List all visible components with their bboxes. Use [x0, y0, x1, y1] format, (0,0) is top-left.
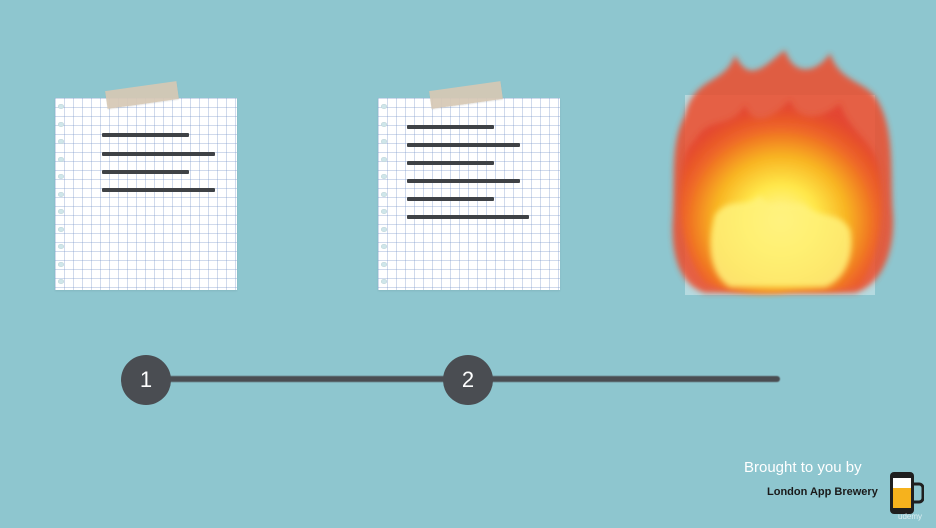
- step-2-marker: 2: [443, 355, 493, 405]
- text-line: [407, 197, 494, 201]
- text-line: [407, 143, 520, 147]
- step-1-marker: 1: [121, 355, 171, 405]
- text-line: [407, 215, 529, 219]
- text-line: [102, 152, 215, 156]
- text-line: [102, 170, 189, 174]
- document-1: [55, 98, 237, 290]
- text-line: [407, 125, 494, 129]
- text-line: [407, 161, 494, 165]
- text-line: [407, 179, 520, 183]
- burning-document-icon: [672, 50, 894, 295]
- step-2-label: 2: [461, 367, 475, 392]
- brand-name: London App Brewery: [767, 486, 878, 498]
- step-1-label: 1: [139, 367, 153, 392]
- beer-glass-phone-icon: [890, 472, 924, 514]
- udemy-watermark: udemy: [898, 512, 923, 521]
- brand-tagline: Brought to you by: [744, 459, 862, 476]
- text-line: [102, 188, 215, 192]
- binder-holes: [381, 104, 389, 284]
- document-2: [378, 98, 560, 290]
- text-line: [102, 133, 189, 137]
- binder-holes: [58, 104, 66, 284]
